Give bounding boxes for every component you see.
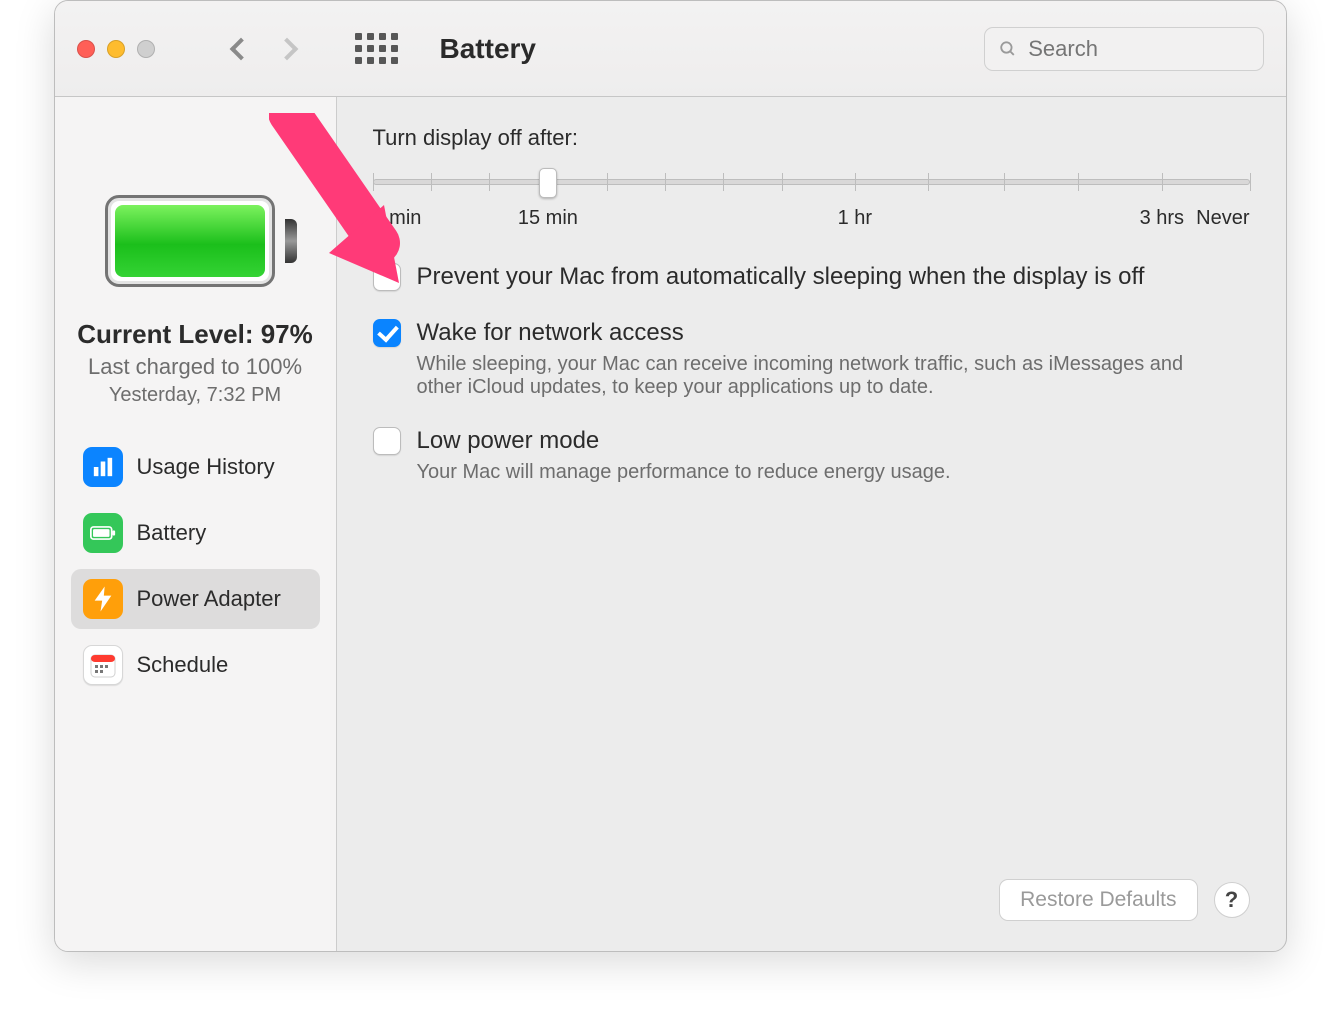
sidebar: Current Level: 97% Last charged to 100% … [55, 97, 337, 951]
window-controls [77, 40, 155, 58]
last-charged-time: Yesterday, 7:32 PM [71, 384, 320, 407]
system-preferences-window: Battery Current Level: 97% Last charged … [54, 0, 1287, 952]
slider-tick [928, 173, 929, 191]
show-all-prefs-button[interactable] [355, 33, 398, 64]
sidebar-item-label: Power Adapter [137, 586, 281, 612]
slider-tick [1004, 173, 1005, 191]
window-title: Battery [440, 33, 536, 65]
zoom-window-button[interactable] [137, 40, 155, 58]
content-pane: Turn display off after: 1 min 15 min 1 hr 3… [337, 97, 1286, 951]
sidebar-item-power-adapter[interactable]: Power Adapter [71, 569, 320, 629]
option-description: While sleeping, your Mac can receive inc… [417, 353, 1197, 399]
wake-network-checkbox[interactable] [373, 319, 401, 347]
slider-tick [1162, 173, 1163, 191]
sidebar-item-label: Usage History [137, 454, 275, 480]
slider-thumb[interactable] [539, 168, 557, 198]
back-button[interactable] [229, 37, 252, 60]
slider-label: Never [1196, 207, 1249, 230]
option-row-wake-network: Wake for network access While sleeping, y… [373, 319, 1250, 399]
slider-tick [1250, 173, 1251, 191]
search-icon [999, 39, 1017, 59]
sidebar-item-battery[interactable]: Battery [71, 503, 320, 563]
option-title: Wake for network access [417, 319, 1197, 347]
help-button[interactable]: ? [1214, 882, 1250, 918]
battery-large-icon [105, 195, 285, 287]
bar-chart-icon [83, 447, 123, 487]
slider-label: 1 min [373, 207, 422, 230]
sidebar-item-usage-history[interactable]: Usage History [71, 437, 320, 497]
options-list: Prevent your Mac from automatically slee… [373, 263, 1250, 484]
calendar-icon [83, 645, 123, 685]
sidebar-item-label: Battery [137, 520, 207, 546]
slider-label: 1 hr [838, 207, 872, 230]
slider-tick-labels: 1 min 15 min 1 hr 3 hrs Never [373, 207, 1250, 231]
slider-tick [665, 173, 666, 191]
slider-tick [782, 173, 783, 191]
current-level-label: Current Level: 97% [71, 319, 320, 350]
sidebar-nav: Usage History Battery Power Adapter [71, 437, 320, 695]
prevent-sleep-checkbox[interactable] [373, 263, 401, 291]
slider-tick [855, 173, 856, 191]
content-footer: Restore Defaults ? [373, 859, 1250, 921]
sidebar-item-schedule[interactable]: Schedule [71, 635, 320, 695]
display-off-slider[interactable] [373, 165, 1250, 199]
close-window-button[interactable] [77, 40, 95, 58]
low-power-checkbox[interactable] [373, 427, 401, 455]
slider-tick [723, 173, 724, 191]
battery-icon [83, 513, 123, 553]
option-row-low-power: Low power mode Your Mac will manage perfo… [373, 427, 1250, 484]
option-title: Low power mode [417, 427, 951, 455]
minimize-window-button[interactable] [107, 40, 125, 58]
option-description: Your Mac will manage performance to redu… [417, 461, 951, 484]
slider-tick [373, 173, 374, 191]
forward-button[interactable] [275, 37, 298, 60]
option-row-prevent-sleep: Prevent your Mac from automatically slee… [373, 263, 1250, 291]
slider-tick [1078, 173, 1079, 191]
slider-track [373, 179, 1250, 185]
slider-tick [489, 173, 490, 191]
option-title: Prevent your Mac from automatically slee… [417, 263, 1145, 291]
slider-label: 3 hrs [1140, 207, 1184, 230]
slider-tick [607, 173, 608, 191]
bolt-icon [83, 579, 123, 619]
slider-title: Turn display off after: [373, 125, 1250, 151]
sidebar-item-label: Schedule [137, 652, 229, 678]
slider-tick [431, 173, 432, 191]
restore-defaults-button[interactable]: Restore Defaults [999, 879, 1197, 921]
search-input[interactable] [1026, 35, 1248, 63]
slider-label: 15 min [518, 207, 578, 230]
last-charged-label: Last charged to 100% [71, 354, 320, 380]
nav-buttons [233, 41, 295, 57]
titlebar: Battery [55, 1, 1286, 97]
search-field[interactable] [984, 27, 1264, 71]
